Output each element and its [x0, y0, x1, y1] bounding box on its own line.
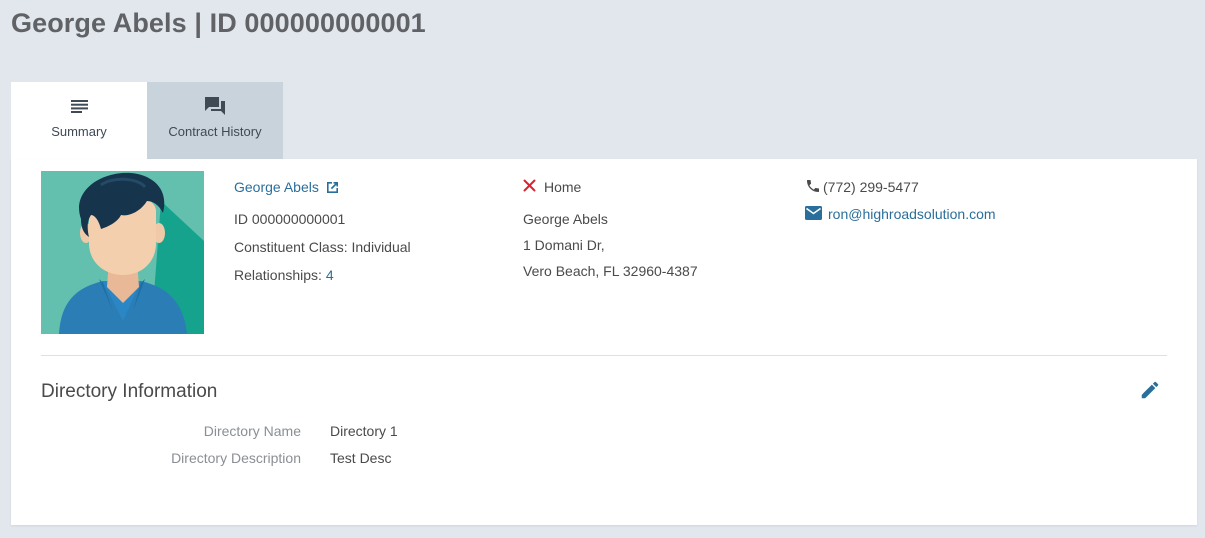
section-divider — [41, 355, 1167, 356]
address-type-label: Home — [544, 179, 582, 195]
directory-name-value: Directory 1 — [330, 423, 398, 439]
email-icon — [805, 205, 822, 223]
tab-summary[interactable]: Summary — [11, 82, 147, 159]
address-block: Home George Abels 1 Domani Dr, Vero Beac… — [523, 177, 698, 284]
directory-description-label: Directory Description — [171, 450, 301, 466]
directory-name-label: Directory Name — [203, 423, 301, 439]
remove-address-icon[interactable] — [523, 179, 536, 195]
tab-contract-history[interactable]: Contract History — [147, 82, 283, 159]
address-line-2: Vero Beach, FL 32960-4387 — [523, 263, 698, 279]
constituent-id: ID 000000000001 — [234, 211, 346, 227]
tab-summary-label: Summary — [51, 124, 107, 139]
page-title: George Abels | ID 000000000001 — [11, 8, 426, 38]
email-link[interactable]: ron@highroadsolution.com — [828, 206, 996, 222]
list-lines-icon — [70, 96, 88, 116]
external-link-icon[interactable] — [325, 180, 340, 195]
constituent-class-value: Individual — [351, 239, 411, 255]
tab-bar: Summary Contract History — [11, 82, 283, 159]
relationships-label: Relationships: — [234, 267, 322, 283]
address-line-1: 1 Domani Dr, — [523, 237, 605, 253]
avatar — [41, 171, 204, 334]
pencil-icon — [1139, 381, 1161, 405]
address-name: George Abels — [523, 211, 608, 227]
constituent-name-link[interactable]: George Abels — [234, 173, 319, 201]
relationships-count-link[interactable]: 4 — [326, 267, 334, 283]
directory-description-value: Test Desc — [330, 450, 392, 466]
relationships-row: Relationships: 4 — [234, 261, 411, 289]
contact-block: (772) 299-5477 ron@highroadsolution.com — [805, 177, 996, 231]
phone-number: (772) 299-5477 — [823, 179, 919, 195]
constituent-class-row: Constituent Class: Individual — [234, 233, 411, 261]
profile-details: George Abels ID 000000000001 Constituent… — [234, 177, 411, 289]
edit-directory-button[interactable] — [1139, 379, 1163, 403]
constituent-class-label: Constituent Class: — [234, 239, 348, 255]
directory-section-title: Directory Information — [41, 381, 218, 402]
chat-bubbles-icon — [204, 96, 226, 116]
tab-contract-history-label: Contract History — [168, 124, 262, 139]
summary-card: George Abels ID 000000000001 Constituent… — [11, 159, 1197, 525]
phone-icon — [805, 178, 821, 197]
